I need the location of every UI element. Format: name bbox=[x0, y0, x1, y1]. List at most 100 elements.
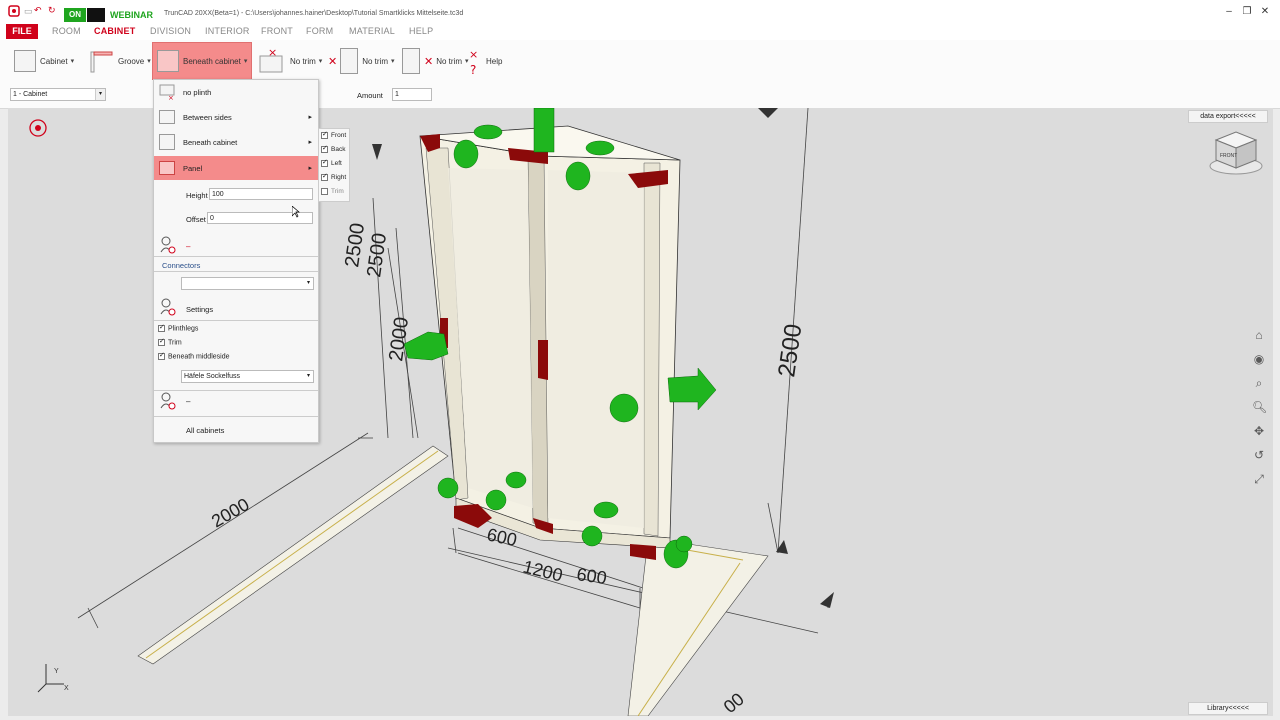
window-title: TrunCAD 20XX(Beta=1) - C:\Users\johannes… bbox=[164, 10, 464, 17]
ribbon-toolbar: Cabinet ▾ Groove ▾ Beneath cabinet ▾ × No t… bbox=[0, 40, 1280, 83]
connectors-select[interactable]: ▾ bbox=[181, 277, 314, 290]
divider bbox=[154, 256, 318, 257]
dash-label: – bbox=[186, 397, 191, 406]
plinth-type-value: Häfele Sockelfuss bbox=[184, 373, 241, 380]
maximize-button[interactable]: ❐ bbox=[1238, 6, 1256, 17]
menu-item-beneath-cabinet[interactable]: Beneath cabinet ▸ bbox=[154, 130, 318, 154]
menu-interior[interactable]: INTERIOR bbox=[205, 26, 250, 36]
chevron-down-icon: ▾ bbox=[147, 58, 151, 65]
cabinet-button[interactable]: Cabinet ▾ bbox=[14, 44, 74, 78]
between-sides-label: Between sides bbox=[183, 112, 232, 122]
no-trim-button-2[interactable]: ✕ No trim ▾ bbox=[328, 44, 395, 78]
plinthlegs-label: Plinthlegs bbox=[168, 325, 199, 333]
beneath-cabinet-button[interactable]: Beneath cabinet ▾ bbox=[152, 42, 252, 80]
fit-view-icon[interactable]: ⤢ bbox=[1252, 472, 1266, 486]
trim-checkbox[interactable]: Trim bbox=[158, 337, 182, 347]
x-icon: ✕ bbox=[328, 55, 338, 68]
checkbox-checked[interactable] bbox=[158, 337, 165, 346]
no-trim-button-3[interactable]: ✕ No trim ▾ bbox=[402, 44, 469, 78]
svg-text:×: × bbox=[469, 48, 478, 61]
groove-button[interactable]: Groove ▾ bbox=[88, 44, 151, 78]
plinth-type-select[interactable]: Häfele Sockelfuss ▾ bbox=[181, 370, 314, 383]
library-tab[interactable]: Library<<<<< bbox=[1188, 702, 1268, 715]
amount-value: 1 bbox=[395, 91, 399, 98]
eye-icon[interactable] bbox=[29, 119, 47, 137]
checkbox-checked[interactable] bbox=[321, 130, 328, 139]
checkbox-unchecked[interactable] bbox=[321, 188, 328, 195]
on-badge: ON bbox=[64, 8, 86, 22]
all-cabinets-button[interactable]: All cabinets bbox=[186, 426, 224, 435]
checkbox-checked[interactable] bbox=[158, 351, 165, 360]
home-icon[interactable]: ⌂ bbox=[1252, 328, 1266, 342]
menu-item-no-plinth[interactable]: × no plinth bbox=[154, 80, 318, 104]
menu-item-between-sides[interactable]: Between sides ▸ bbox=[154, 105, 318, 129]
svg-text:×: × bbox=[268, 46, 277, 59]
dimension-label: 2500 bbox=[773, 322, 807, 379]
trim-icon: × bbox=[259, 46, 283, 73]
trim-label: Trim bbox=[168, 339, 182, 347]
redo-icon[interactable]: ↻ bbox=[48, 5, 56, 16]
divider bbox=[154, 320, 318, 321]
person-settings-icon[interactable] bbox=[160, 298, 176, 316]
checkbox-checked[interactable] bbox=[158, 323, 165, 332]
amount-label: Amount bbox=[357, 91, 383, 100]
no-trim-label-2: No trim bbox=[362, 56, 388, 66]
menu-division[interactable]: DIVISION bbox=[150, 26, 191, 36]
chevron-down-icon: ▾ bbox=[391, 58, 395, 65]
help-label: Help bbox=[486, 56, 503, 66]
person-settings-icon[interactable] bbox=[160, 236, 176, 254]
trim-side-checkbox[interactable]: Trim bbox=[321, 188, 344, 195]
menu-help[interactable]: HELP bbox=[409, 26, 433, 36]
right-checkbox[interactable]: Right bbox=[321, 172, 346, 181]
dimension-label: 600 bbox=[575, 564, 608, 588]
beneath-cabinet-label: Beneath cabinet bbox=[183, 56, 241, 66]
menu-cabinet[interactable]: CABINET bbox=[94, 26, 135, 36]
back-checkbox[interactable]: Back bbox=[321, 144, 345, 153]
checkbox-checked[interactable] bbox=[321, 144, 328, 153]
no-trim-button-1[interactable]: × No trim ▾ bbox=[258, 44, 322, 78]
menu-item-panel[interactable]: Panel ▸ bbox=[154, 156, 318, 180]
pan-icon[interactable]: ✥ bbox=[1252, 424, 1266, 438]
height-input[interactable]: 100 bbox=[209, 188, 313, 200]
left-checkbox[interactable]: Left bbox=[321, 158, 342, 167]
close-button[interactable]: ✕ bbox=[1256, 6, 1274, 17]
checkbox-checked[interactable] bbox=[321, 172, 328, 181]
axis-x-label: X bbox=[64, 685, 69, 692]
settings-label[interactable]: Settings bbox=[186, 305, 213, 314]
axis-y-label: Y bbox=[54, 668, 59, 675]
beneath-middleside-checkbox[interactable]: Beneath middleside bbox=[158, 351, 230, 360]
menu-material[interactable]: MATERIAL bbox=[349, 26, 395, 36]
zoom-window-icon[interactable]: ⌕ bbox=[1252, 376, 1266, 390]
groove-icon bbox=[90, 51, 113, 73]
no-plinth-icon: × bbox=[159, 84, 175, 100]
cabinet-select[interactable]: 1 - Cabinet ▾ bbox=[10, 88, 106, 101]
menu-form[interactable]: FORM bbox=[306, 26, 333, 36]
chevron-down-icon: ▾ bbox=[304, 371, 313, 382]
rotate-icon[interactable]: ↺ bbox=[1252, 448, 1266, 462]
cabinet-label: Cabinet bbox=[40, 56, 68, 66]
file-menu-button[interactable]: FILE bbox=[6, 24, 38, 39]
chevron-down-icon: ▾ bbox=[243, 58, 248, 65]
webinar-label: WEBINAR bbox=[110, 10, 153, 20]
chevron-right-icon: ▸ bbox=[308, 114, 312, 121]
mouse-cursor-icon bbox=[292, 206, 300, 218]
plinthlegs-checkbox[interactable]: Plinthlegs bbox=[158, 323, 199, 333]
front-checkbox[interactable]: Front bbox=[321, 130, 346, 139]
menu-bar: FILE ROOM CABINET DIVISION INTERIOR FRON… bbox=[0, 22, 1280, 40]
minimize-button[interactable]: – bbox=[1220, 6, 1238, 17]
target-icon[interactable]: ◉ bbox=[1252, 352, 1266, 366]
data-export-tab[interactable]: data export<<<<< bbox=[1188, 110, 1268, 123]
offset-label: Offset bbox=[186, 215, 206, 224]
menu-room[interactable]: ROOM bbox=[52, 26, 81, 36]
person-settings-icon[interactable] bbox=[160, 392, 176, 410]
quick-save-icon[interactable]: ▭ bbox=[24, 6, 33, 17]
amount-input[interactable]: 1 bbox=[392, 88, 432, 101]
connectors-header: Connectors bbox=[162, 261, 201, 270]
checkbox-checked[interactable] bbox=[321, 158, 328, 167]
help-button[interactable]: × ? Help bbox=[468, 44, 502, 78]
undo-icon[interactable]: ↶ bbox=[34, 5, 42, 16]
zoom-icon[interactable]: 🔍︎ bbox=[1252, 400, 1267, 414]
no-plinth-label: no plinth bbox=[183, 87, 212, 97]
menu-front[interactable]: FRONT bbox=[261, 26, 293, 36]
divider bbox=[154, 390, 318, 391]
